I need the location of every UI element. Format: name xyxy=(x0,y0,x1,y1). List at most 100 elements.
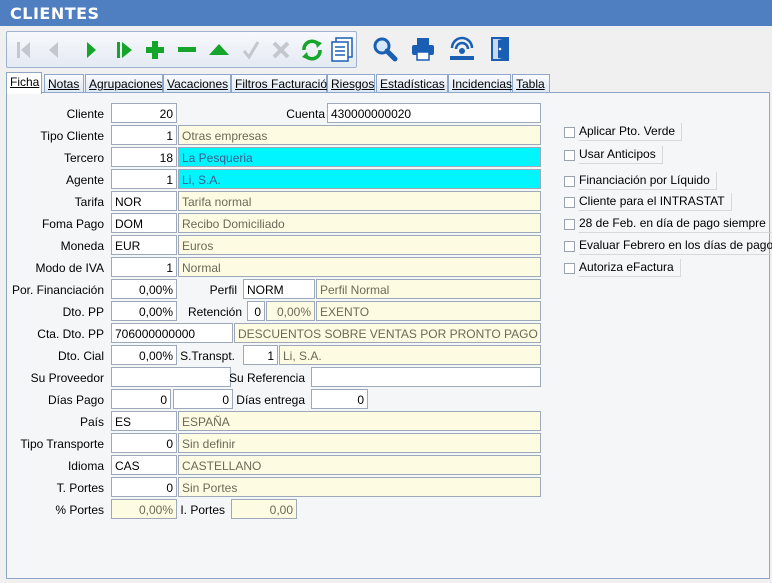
retencion-desc-field: EXENTO xyxy=(316,301,541,321)
previous-record-icon xyxy=(49,41,58,58)
print-icon xyxy=(412,37,434,61)
tarifa-code-field[interactable]: NOR xyxy=(111,191,177,211)
moneda-label: Moneda xyxy=(60,239,104,253)
cliente-intrastat-checkbox[interactable]: Cliente para el INTRASTAT xyxy=(564,193,732,211)
perfil-label: Perfil xyxy=(209,283,237,297)
feb-28-dia-pago-checkbox[interactable]: 28 de Feb. en día de pago siempre xyxy=(564,215,772,233)
forma-pago-code-field[interactable]: DOM xyxy=(111,213,177,233)
tab-ficha[interactable]: Ficha xyxy=(6,72,42,94)
checkbox-label: 28 de Feb. en día de pago siempre xyxy=(579,215,772,233)
moneda-code-field[interactable]: EUR xyxy=(111,235,177,255)
i-portes-label: I. Portes xyxy=(180,503,225,517)
dias-pago-field-2[interactable]: 0 xyxy=(173,389,233,409)
pais-desc-field: ESPAÑA xyxy=(178,411,541,431)
refresh-button[interactable] xyxy=(297,32,327,67)
dto-cial-field[interactable]: 0,00% xyxy=(111,345,177,365)
forma-pago-label: Foma Pago xyxy=(41,217,104,231)
tipo-transporte-label: Tipo Transporte xyxy=(20,437,104,451)
su-referencia-field[interactable] xyxy=(311,367,541,387)
t-portes-desc-field: Sin Portes xyxy=(178,477,541,497)
confirm-button[interactable] xyxy=(236,32,266,67)
first-record-button[interactable] xyxy=(9,32,39,67)
retencion-code-field[interactable]: 0 xyxy=(247,301,265,321)
checkbox-label: Usar Anticipos xyxy=(579,146,663,164)
tab-notas[interactable]: Notas xyxy=(44,74,84,93)
cuenta-field[interactable]: 430000000020 xyxy=(327,103,541,123)
evaluar-febrero-checkbox[interactable]: Evaluar Febrero en los días de pago xyxy=(564,237,772,255)
last-record-button[interactable] xyxy=(110,32,140,67)
cancel-icon xyxy=(272,41,290,58)
idioma-desc-field: CASTELLANO xyxy=(178,455,541,475)
aplicar-pto-verde-checkbox[interactable]: Aplicar Pto. Verde xyxy=(564,123,683,141)
cta-dto-pp-code-field[interactable]: 706000000000 xyxy=(111,323,233,343)
dto-cial-label: Dto. Cial xyxy=(57,349,104,363)
checkbox-box xyxy=(564,149,575,161)
checkbox-label: Autoriza eFactura xyxy=(579,259,681,277)
checkbox-box xyxy=(564,126,575,138)
edit-record-icon xyxy=(209,43,229,55)
checkbox-box xyxy=(564,262,575,274)
autoriza-efactura-checkbox[interactable]: Autoriza eFactura xyxy=(564,259,681,277)
tab-filtros-facturacion[interactable]: Filtros Facturación xyxy=(231,74,334,93)
dias-pago-field-1[interactable]: 0 xyxy=(111,389,171,409)
agente-code-field[interactable]: 1 xyxy=(111,169,177,189)
tab-agrupaciones[interactable]: Agrupaciones xyxy=(85,74,163,93)
search-button[interactable] xyxy=(370,31,400,66)
dto-pp-field[interactable]: 0,00% xyxy=(111,301,177,321)
tipo-transporte-code-field[interactable]: 0 xyxy=(111,433,177,453)
tarifa-label: Tarifa xyxy=(74,195,104,209)
dias-entrega-field[interactable]: 0 xyxy=(311,389,368,409)
tab-incidencias[interactable]: Incidencias xyxy=(448,74,512,93)
cta-dto-pp-desc-field: DESCUENTOS SOBRE VENTAS POR PRONTO PAGO … xyxy=(234,323,541,343)
su-referencia-label: Su Referencia xyxy=(228,371,305,385)
perfil-desc-field: Perfil Normal xyxy=(316,279,541,299)
agente-desc-field: Li, S.A. xyxy=(178,169,541,189)
retencion-pct-field: 0,00% xyxy=(266,301,315,321)
idioma-code-field[interactable]: CAS xyxy=(111,455,177,475)
s-transpt-desc-field: Li, S.A. xyxy=(279,345,541,365)
delete-record-button[interactable] xyxy=(172,32,202,67)
idioma-label: Idioma xyxy=(67,459,104,473)
cancel-button[interactable] xyxy=(266,32,296,67)
window-title: CLIENTES xyxy=(0,0,772,26)
checkbox-box xyxy=(564,218,575,230)
tab-vacaciones[interactable]: Vacaciones xyxy=(163,74,231,93)
pct-portes-field: 0,00% xyxy=(111,499,177,519)
list-view-button[interactable] xyxy=(327,32,357,67)
last-record-icon xyxy=(117,41,132,58)
tercero-code-field[interactable]: 18 xyxy=(111,147,177,167)
cta-dto-pp-label: Cta. Dto. PP xyxy=(37,327,104,341)
add-record-button[interactable] xyxy=(140,32,170,67)
t-portes-code-field[interactable]: 0 xyxy=(111,477,177,497)
previous-record-button[interactable] xyxy=(39,32,69,67)
tipo-cliente-code-field[interactable]: 1 xyxy=(111,125,177,145)
list-view-icon xyxy=(331,36,353,62)
cliente-label: Cliente xyxy=(66,107,104,121)
edit-record-button[interactable] xyxy=(204,32,234,67)
exit-button[interactable] xyxy=(485,31,515,66)
financiacion-por-liquido-checkbox[interactable]: Financiación por Líquido xyxy=(564,172,717,190)
record-toolbar xyxy=(6,31,357,68)
tab-tabla[interactable]: Tabla xyxy=(512,74,550,93)
search-icon xyxy=(373,37,398,61)
su-proveedor-field[interactable] xyxy=(111,367,231,387)
usar-anticipos-checkbox[interactable]: Usar Anticipos xyxy=(564,146,663,164)
pais-code-field[interactable]: ES xyxy=(111,411,177,431)
cliente-field[interactable]: 20 xyxy=(111,103,177,123)
checkbox-box xyxy=(564,175,575,187)
por-financiacion-field[interactable]: 0,00% xyxy=(111,279,177,299)
agente-label: Agente xyxy=(65,173,104,187)
exit-icon xyxy=(491,36,509,61)
t-portes-label: T. Portes xyxy=(56,481,104,495)
confirm-icon xyxy=(242,40,260,60)
network-button[interactable] xyxy=(447,31,477,66)
tab-riesgos[interactable]: Riesgos xyxy=(327,74,375,93)
tab-estadisticas[interactable]: Estadísticas xyxy=(376,74,448,93)
perfil-code-field[interactable]: NORM xyxy=(243,279,315,299)
tipo-transporte-desc-field: Sin definir xyxy=(178,433,541,453)
por-financiacion-label: Por. Financiación xyxy=(11,283,104,297)
s-transpt-code-field[interactable]: 1 xyxy=(243,345,278,365)
print-button[interactable] xyxy=(408,31,438,66)
modo-iva-code-field[interactable]: 1 xyxy=(111,257,177,277)
next-record-button[interactable] xyxy=(76,32,106,67)
